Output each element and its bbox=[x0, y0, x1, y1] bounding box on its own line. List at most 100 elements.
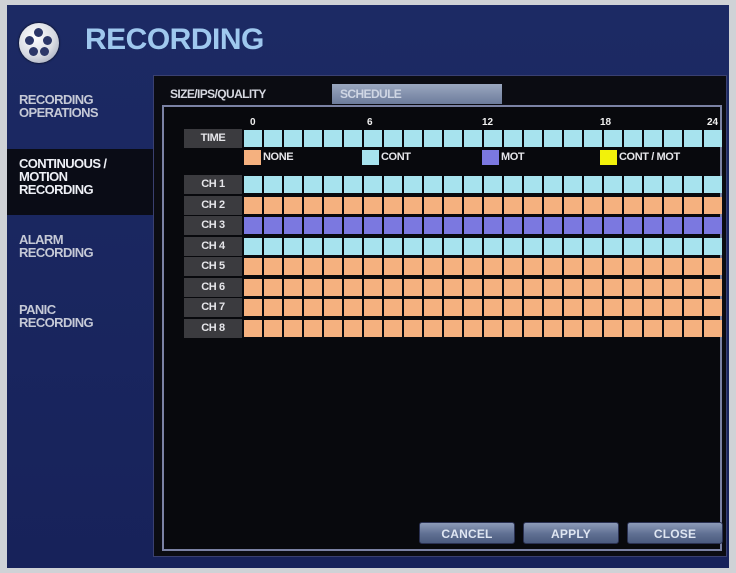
schedule-cell[interactable] bbox=[404, 237, 422, 255]
schedule-cell[interactable] bbox=[544, 176, 562, 193]
schedule-cell[interactable] bbox=[344, 196, 362, 214]
close-button[interactable]: CLOSE bbox=[627, 522, 723, 544]
schedule-cell[interactable] bbox=[284, 176, 302, 193]
schedule-cell[interactable] bbox=[624, 176, 642, 193]
schedule-cell[interactable] bbox=[244, 237, 262, 255]
schedule-cell[interactable] bbox=[324, 196, 342, 214]
schedule-cell[interactable] bbox=[664, 130, 682, 147]
schedule-cell[interactable] bbox=[284, 196, 302, 214]
schedule-cell[interactable] bbox=[704, 299, 722, 316]
apply-button[interactable]: APPLY bbox=[523, 522, 619, 544]
schedule-cell[interactable] bbox=[624, 196, 642, 214]
schedule-cell[interactable] bbox=[584, 258, 602, 275]
schedule-cell[interactable] bbox=[464, 278, 482, 296]
schedule-cell[interactable] bbox=[564, 319, 582, 337]
schedule-cell[interactable] bbox=[604, 217, 622, 234]
schedule-cell[interactable] bbox=[384, 217, 402, 234]
schedule-cell[interactable] bbox=[264, 217, 282, 234]
schedule-cell[interactable] bbox=[504, 176, 522, 193]
schedule-cell[interactable] bbox=[484, 299, 502, 316]
schedule-cell[interactable] bbox=[284, 299, 302, 316]
schedule-cell[interactable] bbox=[664, 278, 682, 296]
sidebar-item-recording-operations[interactable]: RECORDING OPERATIONS bbox=[7, 89, 153, 131]
schedule-cell[interactable] bbox=[484, 130, 502, 147]
schedule-cell[interactable] bbox=[244, 130, 262, 147]
schedule-cell[interactable] bbox=[704, 176, 722, 193]
schedule-cell[interactable] bbox=[524, 217, 542, 234]
schedule-cell[interactable] bbox=[484, 237, 502, 255]
schedule-cell[interactable] bbox=[304, 130, 322, 147]
schedule-cell[interactable] bbox=[544, 217, 562, 234]
schedule-cell[interactable] bbox=[244, 299, 262, 316]
schedule-cell[interactable] bbox=[584, 130, 602, 147]
schedule-cell[interactable] bbox=[704, 278, 722, 296]
schedule-cell[interactable] bbox=[524, 237, 542, 255]
schedule-cell[interactable] bbox=[584, 196, 602, 214]
schedule-cell[interactable] bbox=[704, 258, 722, 275]
sidebar-item-continuous-motion-recording[interactable]: CONTINUOUS / MOTION RECORDING bbox=[7, 149, 153, 215]
schedule-cell[interactable] bbox=[704, 319, 722, 337]
schedule-cell[interactable] bbox=[424, 176, 442, 193]
schedule-cell[interactable] bbox=[504, 258, 522, 275]
schedule-cell[interactable] bbox=[484, 196, 502, 214]
schedule-cell[interactable] bbox=[364, 196, 382, 214]
schedule-cell[interactable] bbox=[524, 319, 542, 337]
schedule-cell[interactable] bbox=[464, 258, 482, 275]
schedule-cell[interactable] bbox=[644, 299, 662, 316]
schedule-cell[interactable] bbox=[344, 278, 362, 296]
schedule-cell[interactable] bbox=[284, 130, 302, 147]
schedule-cell[interactable] bbox=[684, 176, 702, 193]
schedule-cell[interactable] bbox=[304, 299, 322, 316]
schedule-cell[interactable] bbox=[644, 319, 662, 337]
schedule-cell[interactable] bbox=[364, 217, 382, 234]
schedule-cell[interactable] bbox=[424, 237, 442, 255]
schedule-cell[interactable] bbox=[624, 217, 642, 234]
schedule-cell[interactable] bbox=[644, 278, 662, 296]
schedule-cell[interactable] bbox=[464, 130, 482, 147]
schedule-cell[interactable] bbox=[604, 237, 622, 255]
schedule-cell[interactable] bbox=[324, 319, 342, 337]
schedule-cell[interactable] bbox=[624, 130, 642, 147]
schedule-cell[interactable] bbox=[264, 319, 282, 337]
schedule-cell[interactable] bbox=[384, 196, 402, 214]
schedule-cell[interactable] bbox=[664, 176, 682, 193]
schedule-cell[interactable] bbox=[504, 217, 522, 234]
schedule-cell[interactable] bbox=[524, 196, 542, 214]
schedule-cell[interactable] bbox=[644, 196, 662, 214]
schedule-cell[interactable] bbox=[404, 319, 422, 337]
schedule-cell[interactable] bbox=[684, 299, 702, 316]
schedule-cell[interactable] bbox=[564, 237, 582, 255]
schedule-cell[interactable] bbox=[664, 319, 682, 337]
schedule-cell[interactable] bbox=[704, 196, 722, 214]
schedule-cell[interactable] bbox=[504, 237, 522, 255]
schedule-cell[interactable] bbox=[644, 258, 662, 275]
schedule-cell[interactable] bbox=[244, 319, 262, 337]
schedule-cell[interactable] bbox=[324, 258, 342, 275]
schedule-cell[interactable] bbox=[544, 319, 562, 337]
schedule-cell[interactable] bbox=[324, 237, 342, 255]
schedule-cell[interactable] bbox=[524, 299, 542, 316]
schedule-cell[interactable] bbox=[384, 237, 402, 255]
schedule-cell[interactable] bbox=[644, 217, 662, 234]
schedule-cell[interactable] bbox=[504, 299, 522, 316]
schedule-cell[interactable] bbox=[584, 237, 602, 255]
schedule-cell[interactable] bbox=[264, 299, 282, 316]
schedule-cell[interactable] bbox=[424, 278, 442, 296]
schedule-cell[interactable] bbox=[404, 278, 422, 296]
schedule-cell[interactable] bbox=[364, 299, 382, 316]
schedule-cell[interactable] bbox=[284, 278, 302, 296]
schedule-cell[interactable] bbox=[464, 196, 482, 214]
schedule-cell[interactable] bbox=[284, 319, 302, 337]
schedule-cell[interactable] bbox=[564, 196, 582, 214]
schedule-cell[interactable] bbox=[684, 237, 702, 255]
schedule-cell[interactable] bbox=[324, 278, 342, 296]
schedule-cell[interactable] bbox=[524, 278, 542, 296]
schedule-cell[interactable] bbox=[624, 319, 642, 337]
sidebar-item-alarm-recording[interactable]: ALARM RECORDING bbox=[7, 229, 153, 269]
schedule-cell[interactable] bbox=[384, 258, 402, 275]
schedule-cell[interactable] bbox=[244, 258, 262, 275]
schedule-cell[interactable] bbox=[544, 130, 562, 147]
tab-size-ips-quality[interactable]: SIZE/IPS/QUALITY bbox=[162, 84, 327, 104]
schedule-cell[interactable] bbox=[284, 258, 302, 275]
schedule-cell[interactable] bbox=[264, 176, 282, 193]
